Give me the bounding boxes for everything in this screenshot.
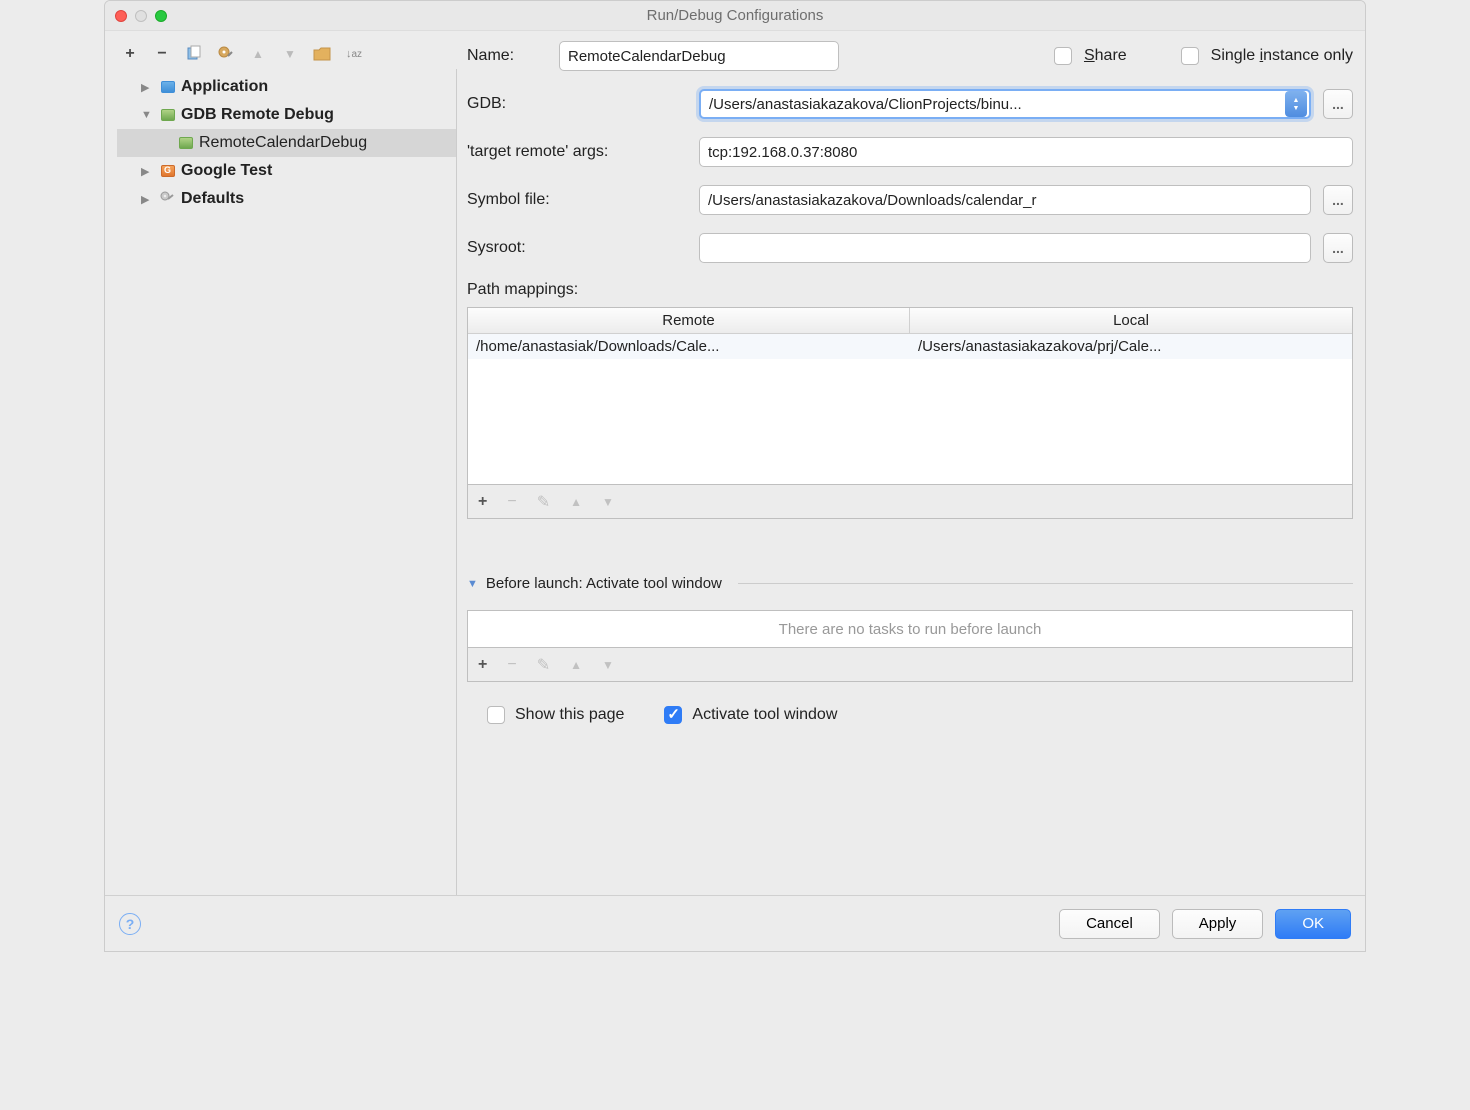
activate-tool-window-label: Activate tool window: [692, 706, 837, 724]
caret-down-icon: ▼: [141, 109, 155, 121]
no-tasks-text: There are no tasks to run before launch: [779, 621, 1042, 638]
help-button[interactable]: ?: [119, 913, 141, 935]
path-mappings-table: Remote Local /home/anastasiak/Downloads/…: [467, 307, 1353, 485]
remove-task-icon[interactable]: −: [507, 656, 516, 674]
column-header-local[interactable]: Local: [910, 308, 1352, 334]
gdb-icon: [161, 109, 175, 121]
gdb-label: GDB:: [467, 95, 687, 113]
tree-label: Application: [181, 78, 268, 96]
symbol-file-input[interactable]: [699, 185, 1311, 215]
single-instance-checkbox[interactable]: [1181, 47, 1199, 65]
separator-line: [738, 583, 1353, 584]
ok-button[interactable]: OK: [1275, 909, 1351, 939]
move-down-mapping-icon[interactable]: ▼: [602, 495, 614, 509]
dialog-footer: ? Cancel Apply OK: [105, 895, 1365, 951]
cancel-button[interactable]: Cancel: [1059, 909, 1160, 939]
tree-node-defaults[interactable]: ▶ Defaults: [117, 185, 456, 213]
table-row[interactable]: /home/anastasiak/Downloads/Cale... /User…: [468, 334, 1352, 359]
edit-mapping-icon[interactable]: ✎: [537, 492, 550, 512]
path-mappings-label: Path mappings:: [467, 281, 1353, 299]
tasks-toolbar: + − ✎ ▲ ▼: [467, 648, 1353, 682]
cell-remote: /home/anastasiak/Downloads/Cale...: [468, 334, 910, 359]
move-down-task-icon[interactable]: ▼: [602, 658, 614, 672]
target-remote-row: 'target remote' args:: [467, 137, 1353, 167]
sysroot-browse-button[interactable]: ...: [1323, 233, 1353, 263]
tree-label: GDB Remote Debug: [181, 106, 334, 124]
sysroot-row: Sysroot: ...: [467, 233, 1353, 263]
gdb-select[interactable]: /Users/anastasiakazakova/ClionProjects/b…: [699, 89, 1311, 119]
window-title: Run/Debug Configurations: [105, 7, 1365, 24]
caret-right-icon: ▶: [141, 165, 155, 178]
tree-label: Google Test: [181, 162, 272, 180]
target-remote-input[interactable]: [699, 137, 1353, 167]
sidebar: + − ▲ ▼ ↓az ▶ Application: [117, 39, 457, 895]
symbol-file-row: Symbol file: ...: [467, 185, 1353, 215]
show-this-page-checkbox[interactable]: [487, 706, 505, 724]
share-checkbox[interactable]: [1054, 47, 1072, 65]
name-label: Name:: [467, 47, 547, 65]
share-label: Share: [1084, 47, 1127, 65]
move-up-icon[interactable]: ▲: [249, 45, 267, 63]
folder-icon[interactable]: [313, 45, 331, 63]
select-arrow-icon: [1285, 91, 1307, 117]
activate-tool-window-checkbox[interactable]: [664, 706, 682, 724]
path-mappings-section: Path mappings: Remote Local /home/anasta…: [467, 281, 1353, 519]
gdb-select-value: /Users/anastasiakazakova/ClionProjects/b…: [709, 96, 1022, 113]
move-up-mapping-icon[interactable]: ▲: [570, 495, 582, 509]
copy-icon[interactable]: [185, 45, 203, 63]
move-down-icon[interactable]: ▼: [281, 45, 299, 63]
apply-button[interactable]: Apply: [1172, 909, 1264, 939]
triangle-down-icon: ▼: [467, 578, 478, 590]
target-remote-label: 'target remote' args:: [467, 143, 687, 161]
caret-right-icon: ▶: [141, 193, 155, 206]
tree-node-google-test[interactable]: ▶ Google Test: [117, 157, 456, 185]
symbol-file-browse-button[interactable]: ...: [1323, 185, 1353, 215]
sysroot-label: Sysroot:: [467, 239, 687, 257]
edit-task-icon[interactable]: ✎: [537, 655, 550, 675]
before-launch-header[interactable]: ▼ Before launch: Activate tool window: [467, 575, 1353, 592]
dialog-window: Run/Debug Configurations + − ▲ ▼ ↓az: [104, 0, 1366, 952]
before-launch-label: Before launch: Activate tool window: [486, 575, 722, 592]
gdb-config-icon: [179, 137, 193, 149]
sidebar-toolbar: + − ▲ ▼ ↓az: [117, 39, 457, 69]
single-instance-label: Single instance only: [1211, 47, 1353, 65]
google-test-icon: [161, 165, 175, 177]
move-up-task-icon[interactable]: ▲: [570, 658, 582, 672]
sysroot-input[interactable]: [699, 233, 1311, 263]
cell-local: /Users/anastasiakazakova/prj/Cale...: [910, 334, 1352, 359]
configurations-tree: ▶ Application ▼ GDB Remote Debug RemoteC…: [117, 69, 457, 895]
add-mapping-icon[interactable]: +: [478, 493, 487, 511]
name-input[interactable]: [559, 41, 839, 71]
show-this-page-label: Show this page: [515, 706, 624, 724]
add-icon[interactable]: +: [121, 45, 139, 63]
settings-icon[interactable]: [217, 45, 235, 63]
remove-icon[interactable]: −: [153, 45, 171, 63]
before-launch-tasks: There are no tasks to run before launch: [467, 610, 1353, 648]
tree-label: RemoteCalendarDebug: [199, 134, 367, 152]
symbol-file-label: Symbol file:: [467, 191, 687, 209]
tree-node-gdb-remote[interactable]: ▼ GDB Remote Debug: [117, 101, 456, 129]
name-row: Name: Share Single instance only: [467, 41, 1353, 71]
titlebar: Run/Debug Configurations: [105, 1, 1365, 31]
tree-node-remote-calendar[interactable]: RemoteCalendarDebug: [117, 129, 456, 157]
caret-right-icon: ▶: [141, 81, 155, 94]
gdb-row: GDB: /Users/anastasiakazakova/ClionProje…: [467, 89, 1353, 119]
sort-icon[interactable]: ↓az: [345, 45, 363, 63]
mappings-toolbar: + − ✎ ▲ ▼: [467, 485, 1353, 519]
configuration-form: Name: Share Single instance only GDB: /U…: [467, 39, 1353, 895]
wrench-icon: [159, 190, 177, 208]
remove-mapping-icon[interactable]: −: [507, 493, 516, 511]
gdb-browse-button[interactable]: ...: [1323, 89, 1353, 119]
add-task-icon[interactable]: +: [478, 656, 487, 674]
column-header-remote[interactable]: Remote: [468, 308, 910, 334]
tree-node-application[interactable]: ▶ Application: [117, 73, 456, 101]
application-icon: [161, 81, 175, 93]
tree-label: Defaults: [181, 190, 244, 208]
